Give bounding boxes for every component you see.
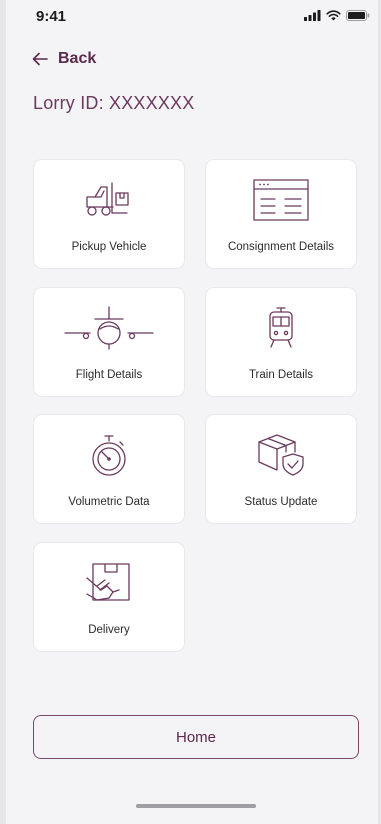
status-update-card[interactable]: Status Update [205, 414, 357, 524]
consignment-details-card[interactable]: Consignment Details [205, 159, 357, 269]
signal-icon [304, 10, 321, 21]
flight-details-card[interactable]: Flight Details [33, 287, 185, 397]
home-indicator [136, 804, 256, 808]
back-label: Back [58, 50, 97, 67]
volumetric-data-card[interactable]: Volumetric Data [33, 414, 185, 524]
pickup-vehicle-card[interactable]: Pickup Vehicle [33, 159, 185, 269]
card-label: Volumetric Data [68, 496, 150, 508]
forklift-icon [34, 174, 184, 226]
status-time: 9:41 [36, 8, 67, 25]
delivery-icon [34, 557, 184, 609]
card-label: Train Details [248, 369, 314, 381]
train-icon [206, 302, 356, 354]
card-label: Pickup Vehicle [71, 241, 147, 253]
train-details-card[interactable]: Train Details [205, 287, 357, 397]
wifi-icon [326, 10, 341, 21]
document-icon [206, 174, 356, 226]
card-label: Delivery [88, 624, 130, 636]
home-button[interactable]: Home [33, 715, 359, 759]
delivery-card[interactable]: Delivery [33, 542, 185, 652]
card-label: Status Update [244, 496, 318, 508]
app-screen: 9:41 Back Lorry ID: XXXXXXX Pickup Vehic… [6, 0, 378, 824]
airplane-icon [34, 302, 184, 354]
card-label: Consignment Details [227, 241, 335, 253]
shield-box-icon [206, 429, 356, 481]
stopwatch-icon [34, 429, 184, 481]
back-button[interactable]: Back [32, 50, 96, 68]
arrow-left-icon [32, 52, 48, 66]
card-label: Flight Details [75, 369, 143, 381]
status-icons [304, 10, 370, 21]
page-title: Lorry ID: XXXXXXX [33, 93, 195, 113]
battery-icon [346, 10, 370, 21]
status-bar: 9:41 [6, 0, 378, 34]
